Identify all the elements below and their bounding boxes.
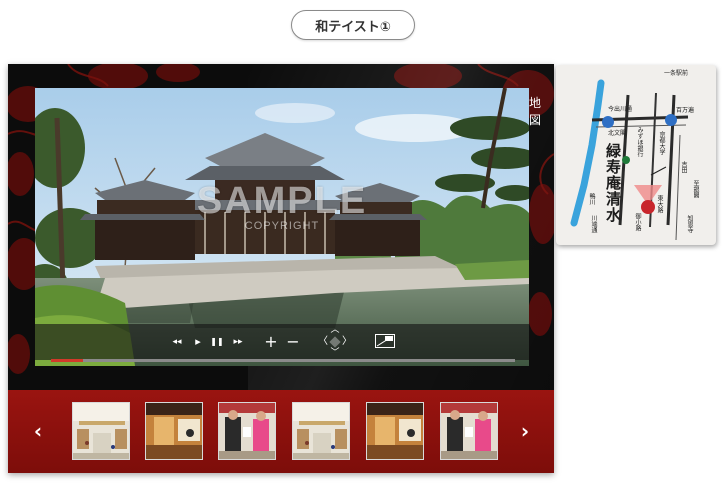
pan-up-button[interactable]: ︿ [328,325,342,335]
fast-forward-button[interactable]: ▸▸ [231,336,245,348]
pause-icon: ❚❚ [210,337,224,346]
thumbnail-image [146,403,202,459]
map-tab-char: 図 [528,113,541,127]
map-label-street-a: 今出川通 [608,106,633,113]
minus-icon: − [286,332,300,351]
rewind-button[interactable]: ◂◂ [170,336,184,348]
zoom-in-button[interactable]: + [264,334,278,350]
map-tab-char: 地 [528,96,541,110]
map-label-station: 一条駅前 [664,70,689,77]
map-label-bank: みずほ銀行 [636,127,643,157]
pause-button[interactable]: ❚❚ [210,336,224,348]
play-icon: ▸ [195,335,201,348]
fullscreen-icon [376,335,394,347]
chevron-left-icon: 〈 [318,336,328,347]
map-shop-name: 緑寿庵清水 [604,143,622,223]
map-card[interactable]: 一条駅前 今出川通 百万遍 北文閣 京都大学 みずほ銀行 緑寿庵清水 鴨川 川端… [556,65,716,245]
chevron-right-icon: 〉 [342,336,352,347]
thumbnails-next-button[interactable]: › [517,420,533,442]
thumbnail-image [219,403,275,459]
thumbnail-mall[interactable] [292,402,350,460]
play-button[interactable]: ▸ [192,336,204,348]
chevron-right-icon: › [520,419,530,443]
thumbnail-image [293,403,349,459]
map-label-line: 京都大学 [658,131,665,155]
page-title: 和テイスト① [291,10,415,40]
map-label-temple: 知恩寺 [686,215,693,233]
chevron-down-icon: ﹀ [330,348,340,358]
thumbnails-prev-button[interactable]: ‹ [30,420,46,442]
map-label-road-left: 川端通 [590,215,597,233]
fast-forward-icon: ▸▸ [233,337,243,347]
thumbnail-image [441,403,497,459]
fullscreen-button[interactable] [375,334,395,348]
plus-icon: + [264,332,278,351]
map-label-road-mid: 御小路 [634,213,641,231]
thumbnail-image [367,403,423,459]
map-label-yoshida: 吉田 [680,161,687,173]
zoom-out-button[interactable]: − [286,334,300,350]
pan-right-button[interactable]: 〉 [342,336,352,348]
map-label-river: 鴨川 [588,193,595,205]
map-label-ginkaku: 至銀閣 [692,180,699,198]
pan-left-button[interactable]: 〈 [318,336,328,348]
map-label-road-right: 東大路 [656,195,663,213]
thumbnail-image [73,403,129,459]
chevron-left-icon: ‹ [33,419,43,443]
sample-watermark: SAMPLE [196,180,368,222]
sample-watermark-sub: COPYRIGHT [244,220,320,232]
seek-progress [51,359,84,362]
seek-bar[interactable] [51,359,515,362]
pan-down-button[interactable]: ﹀ [328,348,342,358]
player-controls [35,324,529,360]
thumbnail-mall[interactable] [72,402,130,460]
thumbnail-shop[interactable] [366,402,424,460]
map-label-street-b: 百万遍 [676,107,695,114]
map-label-gate: 北文閣 [608,130,627,137]
thumbnail-people[interactable] [440,402,498,460]
rewind-icon: ◂◂ [172,337,182,347]
thumbnail-people[interactable] [218,402,276,460]
thumbnail-shop[interactable] [145,402,203,460]
chevron-up-icon: ︿ [330,325,340,335]
